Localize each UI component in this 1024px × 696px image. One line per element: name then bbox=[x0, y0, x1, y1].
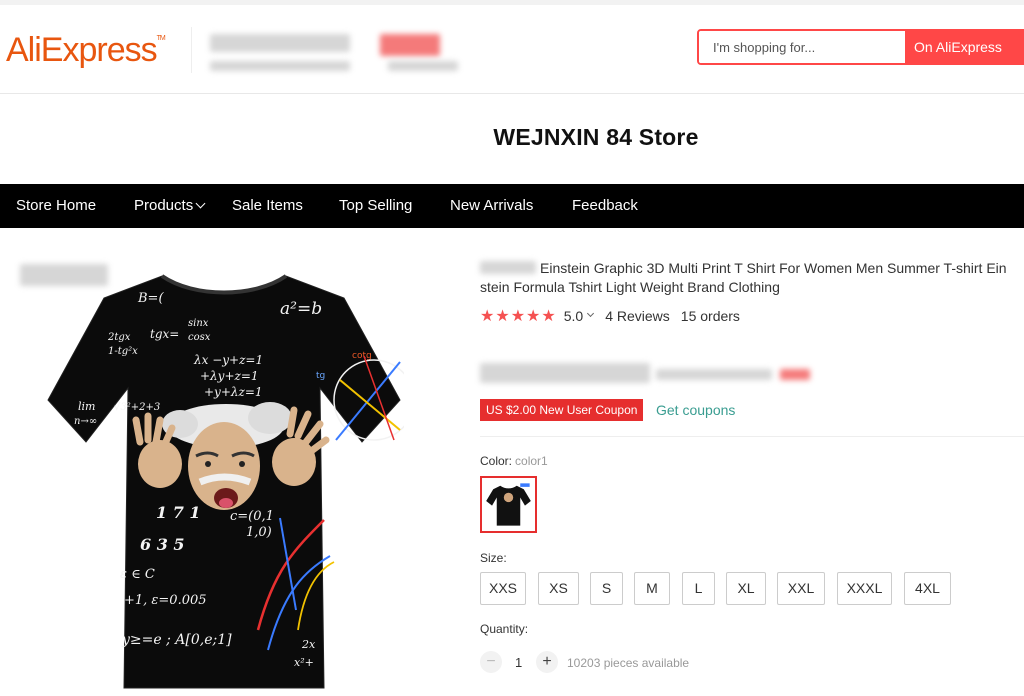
shirt-text-epsc: ε ∈ C bbox=[120, 567, 155, 582]
shirt-text-cotg: cotg bbox=[352, 351, 372, 361]
shirt-text-cosx: cosx bbox=[188, 332, 211, 343]
store-nav: Store Home Products Sale Items Top Selli… bbox=[0, 184, 1024, 228]
redacted-price bbox=[480, 363, 650, 383]
product-title-line1: Einstein Graphic 3D Multi Print T Shirt … bbox=[540, 260, 1007, 276]
reviews-link[interactable]: 4 Reviews bbox=[605, 308, 670, 324]
nav-sale-items[interactable]: Sale Items bbox=[232, 197, 303, 214]
shirt-text-tgx: tgx= bbox=[150, 327, 179, 341]
color-swatch-thumbnail bbox=[485, 481, 532, 528]
get-coupons-link[interactable]: Get coupons bbox=[656, 402, 735, 418]
star-rating-icon: ★★★★★ bbox=[480, 308, 557, 325]
size-option-xxl[interactable]: XXL bbox=[777, 572, 825, 605]
shirt-text-nums2: 6 3 5 bbox=[140, 535, 185, 554]
shirt-text-eq1: λx −y+z=1 bbox=[193, 353, 263, 367]
size-option-xxxl[interactable]: XXXL bbox=[837, 572, 892, 605]
redacted-promo-subtitle bbox=[210, 61, 350, 71]
section-divider bbox=[480, 436, 1024, 437]
size-option-l[interactable]: L bbox=[682, 572, 715, 605]
nav-top-selling[interactable]: Top Selling bbox=[339, 197, 412, 214]
product-main-image[interactable]: B=( a²=b 2tgx 1-tg²x tgx= sinx cosx λx −… bbox=[44, 270, 404, 690]
orders-count: 15 orders bbox=[680, 308, 740, 324]
quantity-decrease-button[interactable]: − bbox=[480, 651, 502, 673]
availability-text: 10203 pieces available bbox=[567, 656, 690, 670]
search-button[interactable]: On AliExpress bbox=[905, 31, 1024, 63]
search-input[interactable] bbox=[699, 31, 905, 63]
shirt-text-b: B=( bbox=[137, 291, 164, 306]
redacted-promo-text bbox=[388, 61, 458, 71]
shirt-text-eps: +1, ε=0.005 bbox=[124, 593, 207, 608]
shirt-text-ninf: n→∞ bbox=[74, 416, 97, 427]
quantity-label: Quantity: bbox=[480, 622, 529, 636]
shirt-text-tg: tg bbox=[316, 371, 325, 381]
product-title-line2: stein Formula Tshirt Light Weight Brand … bbox=[480, 279, 780, 295]
shirt-text-x2: x²+ bbox=[294, 656, 314, 669]
redacted-promo-badge bbox=[380, 34, 440, 56]
size-option-4xl[interactable]: 4XL bbox=[904, 572, 951, 605]
redacted-discount bbox=[780, 369, 810, 380]
shirt-text-sqrt: √3²+2+3 bbox=[114, 402, 160, 413]
shirt-text-a2: a²=b bbox=[280, 299, 322, 319]
color-label-text: Color: bbox=[480, 454, 513, 468]
redacted-promo-title bbox=[210, 34, 350, 52]
shirt-text-ye: y≥=e ; A[0,e;1] bbox=[121, 632, 232, 648]
new-user-coupon-badge: US $2.00 New User Coupon bbox=[480, 399, 644, 421]
color-value: color1 bbox=[515, 454, 548, 468]
product-rating: ★★★★★ 5.0 4 Reviews 15 orders bbox=[480, 306, 740, 326]
redacted-original-price bbox=[656, 369, 772, 380]
chevron-down-icon[interactable] bbox=[587, 309, 595, 317]
site-header: AliExpressTM On AliExpress bbox=[0, 5, 1024, 94]
shirt-text-eq3: +y+λz=1 bbox=[204, 385, 263, 399]
size-option-xxs[interactable]: XXS bbox=[480, 572, 526, 605]
size-option-xl[interactable]: XL bbox=[726, 572, 766, 605]
shirt-text-nums: 1 7 1 bbox=[156, 503, 201, 522]
store-name: WEJNXIN 84 Store bbox=[493, 124, 699, 150]
size-option-s[interactable]: S bbox=[590, 572, 623, 605]
aliexpress-logo[interactable]: AliExpressTM bbox=[6, 31, 166, 70]
logo-divider bbox=[191, 27, 192, 73]
nav-new-arrivals[interactable]: New Arrivals bbox=[450, 197, 533, 214]
size-option-m[interactable]: M bbox=[634, 572, 670, 605]
nav-products-label: Products bbox=[134, 197, 194, 214]
shirt-text-mat: c=(0,1 bbox=[230, 509, 274, 524]
chevron-down-icon bbox=[195, 198, 206, 209]
color-label: Color: color1 bbox=[480, 454, 548, 468]
shirt-text-eq2: +λy+z=1 bbox=[200, 369, 259, 383]
search-bar: On AliExpress bbox=[697, 29, 1024, 65]
shirt-text-lim: lim bbox=[78, 400, 95, 413]
rating-value[interactable]: 5.0 bbox=[564, 308, 583, 324]
quantity-value[interactable]: 1 bbox=[515, 655, 522, 670]
shirt-text-sinx: sinx bbox=[188, 318, 209, 329]
quantity-increase-button[interactable]: + bbox=[536, 651, 558, 673]
color-swatch-color1[interactable] bbox=[480, 476, 537, 533]
size-label: Size: bbox=[480, 551, 507, 565]
nav-store-home[interactable]: Store Home bbox=[16, 197, 96, 214]
size-option-xs[interactable]: XS bbox=[538, 572, 579, 605]
shirt-text-2x: 2x bbox=[301, 638, 316, 651]
shirt-text-tgden: 1-tg²x bbox=[108, 346, 138, 357]
shirt-text-tgfrac: 2tgx bbox=[107, 332, 131, 343]
shirt-text-mat2: 1,0) bbox=[246, 525, 272, 540]
redacted-title-prefix bbox=[480, 261, 536, 274]
nav-feedback[interactable]: Feedback bbox=[572, 197, 638, 214]
nav-products[interactable]: Products bbox=[134, 197, 206, 214]
